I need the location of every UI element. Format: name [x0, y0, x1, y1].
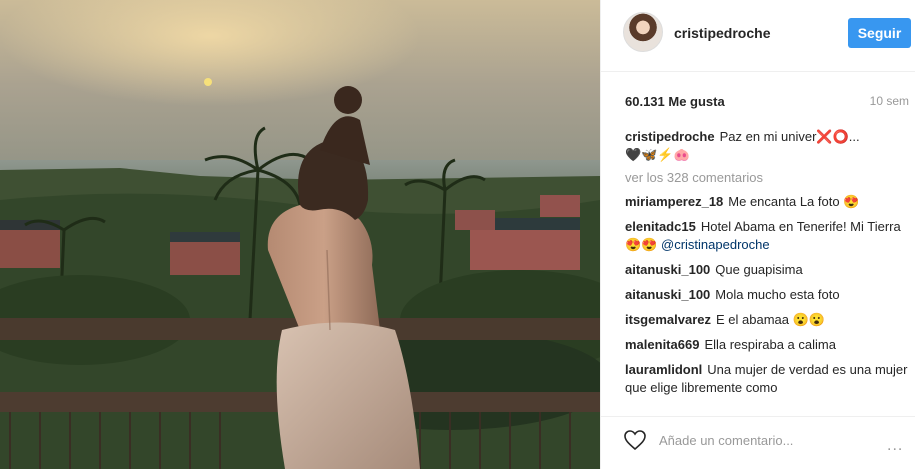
comment-text: Que guapisima	[715, 262, 803, 277]
more-dots-icon[interactable]: ...	[887, 437, 903, 455]
post-header: cristipedroche Seguir	[601, 0, 915, 72]
likes-count[interactable]: 60.131 Me gusta	[625, 94, 725, 109]
comment-footer: ...	[601, 416, 915, 469]
comment-username[interactable]: malenita669	[625, 337, 699, 352]
caption-emojis-line2: 🖤🦋⚡🐽	[625, 147, 690, 162]
post-photo[interactable]	[0, 0, 600, 469]
comment-username[interactable]: lauramlidonl	[625, 362, 702, 377]
comment-username[interactable]: aitanuski_100	[625, 262, 710, 277]
comment-username[interactable]: itsgemalvarez	[625, 312, 711, 327]
photo-scene	[0, 0, 600, 469]
comment-mention-link[interactable]: @cristinapedroche	[661, 237, 770, 252]
comment-item: lauramlidonl Una mujer de verdad es una m…	[625, 361, 911, 397]
heart-outline-icon[interactable]	[623, 429, 647, 451]
view-all-comments-link[interactable]: ver los 328 comentarios	[625, 170, 911, 185]
comment-username[interactable]: elenitadc15	[625, 219, 696, 234]
add-comment-input[interactable]	[659, 429, 859, 451]
comment-item: miriamperez_18 Me encanta La foto 😍	[625, 193, 911, 211]
comment-text: Me encanta La foto 😍	[728, 194, 860, 209]
avatar[interactable]	[623, 12, 663, 52]
caption-emojis: ❌⭕...	[816, 129, 860, 144]
comment-item: aitanuski_100 Mola mucho esta foto	[625, 286, 911, 304]
post-username[interactable]: cristipedroche	[674, 25, 770, 41]
post-side-panel: cristipedroche Seguir 60.131 Me gusta 10…	[600, 0, 915, 469]
comment-text: Ella respiraba a calima	[704, 337, 836, 352]
comments-list[interactable]: cristipedroche Paz en mi univer❌⭕... 🖤🦋⚡🐽…	[625, 128, 911, 406]
follow-button[interactable]: Seguir	[848, 18, 911, 48]
comment-item: malenita669 Ella respiraba a calima	[625, 336, 911, 354]
comment-text: Mola mucho esta foto	[715, 287, 840, 302]
comment-item: elenitadc15 Hotel Abama en Tenerife! Mi T…	[625, 218, 911, 254]
comment-username[interactable]: aitanuski_100	[625, 287, 710, 302]
post-caption: cristipedroche Paz en mi univer❌⭕... 🖤🦋⚡🐽	[625, 128, 911, 164]
caption-username[interactable]: cristipedroche	[625, 129, 715, 144]
comment-item: aitanuski_100 Que guapisima	[625, 261, 911, 279]
post-time[interactable]: 10 sem	[870, 94, 909, 108]
caption-text: Paz en mi univer	[719, 129, 817, 144]
comment-text: E el abamaa 😮😮	[716, 312, 825, 327]
comment-username[interactable]: miriamperez_18	[625, 194, 723, 209]
comment-item: itsgemalvarez E el abamaa 😮😮	[625, 311, 911, 329]
